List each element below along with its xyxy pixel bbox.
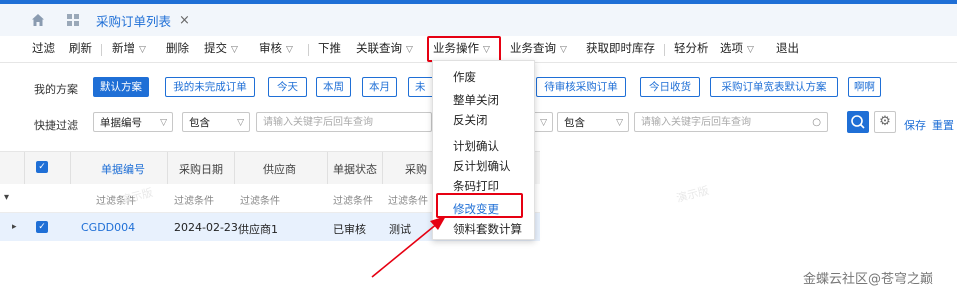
audit-button[interactable]: 审核 ▽	[259, 40, 293, 56]
footer-watermark-text: 金蝶云社区@苍穹之巅	[802, 272, 933, 287]
menu-item-barcode-print[interactable]: 条码打印	[453, 178, 499, 194]
order-date: 2024-02-23	[174, 221, 238, 234]
filter-keyword-input[interactable]: 请输入关键字后回车查询	[256, 112, 432, 132]
divider	[664, 44, 665, 56]
divider	[234, 152, 235, 184]
chevron-down-icon: ▽	[231, 45, 238, 55]
column-header[interactable]: 单据状态	[333, 161, 377, 177]
scheme-today-receipt[interactable]: 今日收货	[640, 77, 700, 97]
chevron-down-icon: ▽	[286, 45, 293, 55]
options-label: 选项	[720, 41, 743, 55]
quick-filter-label: 快捷过滤	[34, 119, 78, 132]
column-filter-input[interactable]: 过滤条件	[240, 192, 280, 207]
filter-op-select[interactable]: 包含 ▽	[182, 112, 250, 132]
scheme-aa[interactable]: 啊啊	[848, 77, 881, 97]
exit-button[interactable]: 退出	[776, 40, 799, 56]
order-number-link[interactable]: CGDD004	[81, 221, 135, 234]
chevron-down-icon: ▽	[406, 45, 413, 55]
menu-item-close-order[interactable]: 整单关闭	[453, 92, 499, 108]
tab-title: 采购订单列表	[96, 13, 172, 29]
options-button[interactable]: 选项 ▽	[720, 40, 754, 56]
tab-close-icon[interactable]: ×	[179, 13, 190, 28]
search-small-icon: ○	[812, 117, 821, 128]
business-query-button[interactable]: 业务查询 ▽	[510, 40, 567, 56]
filter-keyword2-input[interactable]: 请输入关键字后回车查询 ○	[634, 112, 828, 132]
filter-field2-select[interactable]: ▽	[533, 112, 553, 132]
save-scheme-button[interactable]: 保存	[904, 117, 926, 133]
column-filter-input[interactable]: 过滤条件	[174, 192, 214, 207]
chevron-down-icon: ▽	[540, 118, 547, 128]
filter-keyword2-placeholder: 请输入关键字后回车查询	[641, 117, 751, 128]
watermark: 演示版	[675, 183, 711, 206]
light-analysis-button[interactable]: 轻分析	[674, 40, 709, 56]
refresh-button[interactable]: 刷新	[69, 40, 92, 56]
audit-label: 审核	[259, 41, 282, 55]
related-query-button[interactable]: 关联查询 ▽	[356, 40, 413, 56]
scheme-pending-audit[interactable]: 待审核采购订单	[536, 77, 626, 97]
chevron-down-icon: ▽	[237, 118, 244, 128]
scheme-my-unfinished[interactable]: 我的未完成订单	[165, 77, 255, 97]
supplier: 供应商1	[238, 223, 278, 236]
reset-button[interactable]: 重置	[932, 117, 954, 133]
chevron-down-icon: ▽	[747, 45, 754, 55]
scheme-default[interactable]: 默认方案	[93, 77, 149, 97]
chevron-down-icon: ▽	[616, 118, 623, 128]
filter-field-value: 单据编号	[100, 117, 142, 129]
filter-row-icon: ▾	[4, 192, 10, 203]
menu-item-reopen[interactable]: 反关闭	[453, 112, 488, 128]
column-header[interactable]: 单据编号	[101, 161, 145, 177]
divider	[308, 44, 309, 56]
submit-button[interactable]: 提交 ▽	[204, 40, 238, 56]
column-header[interactable]: 采购日期	[179, 161, 223, 177]
row-indicator-icon: ▸	[12, 222, 17, 232]
tab-purchase-order-list[interactable]: 采购订单列表 ×	[96, 10, 190, 30]
chevron-down-icon: ▽	[560, 45, 567, 55]
divider	[327, 152, 328, 184]
row-checkbox[interactable]: ✓	[36, 221, 48, 233]
home-icon[interactable]	[30, 12, 46, 28]
column-header[interactable]: 采购	[405, 161, 427, 177]
scheme-this-week[interactable]: 本周	[316, 77, 351, 97]
search-button[interactable]	[847, 111, 869, 133]
app-grid-icon[interactable]	[65, 12, 81, 28]
divider	[382, 152, 383, 184]
menu-item-unconfirm-plan[interactable]: 反计划确认	[453, 158, 511, 174]
delete-button[interactable]: 删除	[166, 40, 189, 56]
divider	[101, 44, 102, 56]
search-icon	[851, 115, 865, 129]
filter-op2-value: 包含	[564, 117, 585, 129]
scheme-this-month[interactable]: 本月	[362, 77, 397, 97]
scheme-wide-table[interactable]: 采购订单宽表默认方案	[710, 77, 838, 97]
filter-op2-select[interactable]: 包含 ▽	[557, 112, 629, 132]
business-query-label: 业务查询	[510, 41, 556, 55]
select-all-checkbox[interactable]: ✓	[36, 161, 48, 173]
chevron-down-icon: ▽	[139, 45, 146, 55]
divider	[70, 152, 71, 184]
annotation-arrow-icon	[371, 216, 446, 278]
schemes-label: 我的方案	[34, 83, 78, 96]
filter-op-value: 包含	[189, 117, 210, 129]
divider	[167, 152, 168, 184]
menu-item-void[interactable]: 作废	[453, 69, 476, 85]
scheme-today[interactable]: 今天	[268, 77, 307, 97]
divider	[24, 152, 25, 184]
get-inventory-button[interactable]: 获取即时库存	[586, 40, 655, 56]
business-ops-highlight	[427, 36, 501, 62]
related-query-label: 关联查询	[356, 41, 402, 55]
submit-label: 提交	[204, 41, 227, 55]
new-label: 新增	[112, 41, 135, 55]
new-button[interactable]: 新增 ▽	[112, 40, 146, 56]
menu-item-plan-confirm[interactable]: 计划确认	[453, 138, 499, 154]
gear-icon[interactable]: ⚙	[874, 111, 896, 133]
column-header[interactable]: 供应商	[263, 161, 296, 177]
chevron-down-icon: ▽	[160, 118, 167, 128]
filter-button[interactable]: 过滤	[32, 40, 55, 56]
filter-field-select[interactable]: 单据编号 ▽	[93, 112, 173, 132]
push-down-button[interactable]: 下推	[318, 40, 341, 56]
